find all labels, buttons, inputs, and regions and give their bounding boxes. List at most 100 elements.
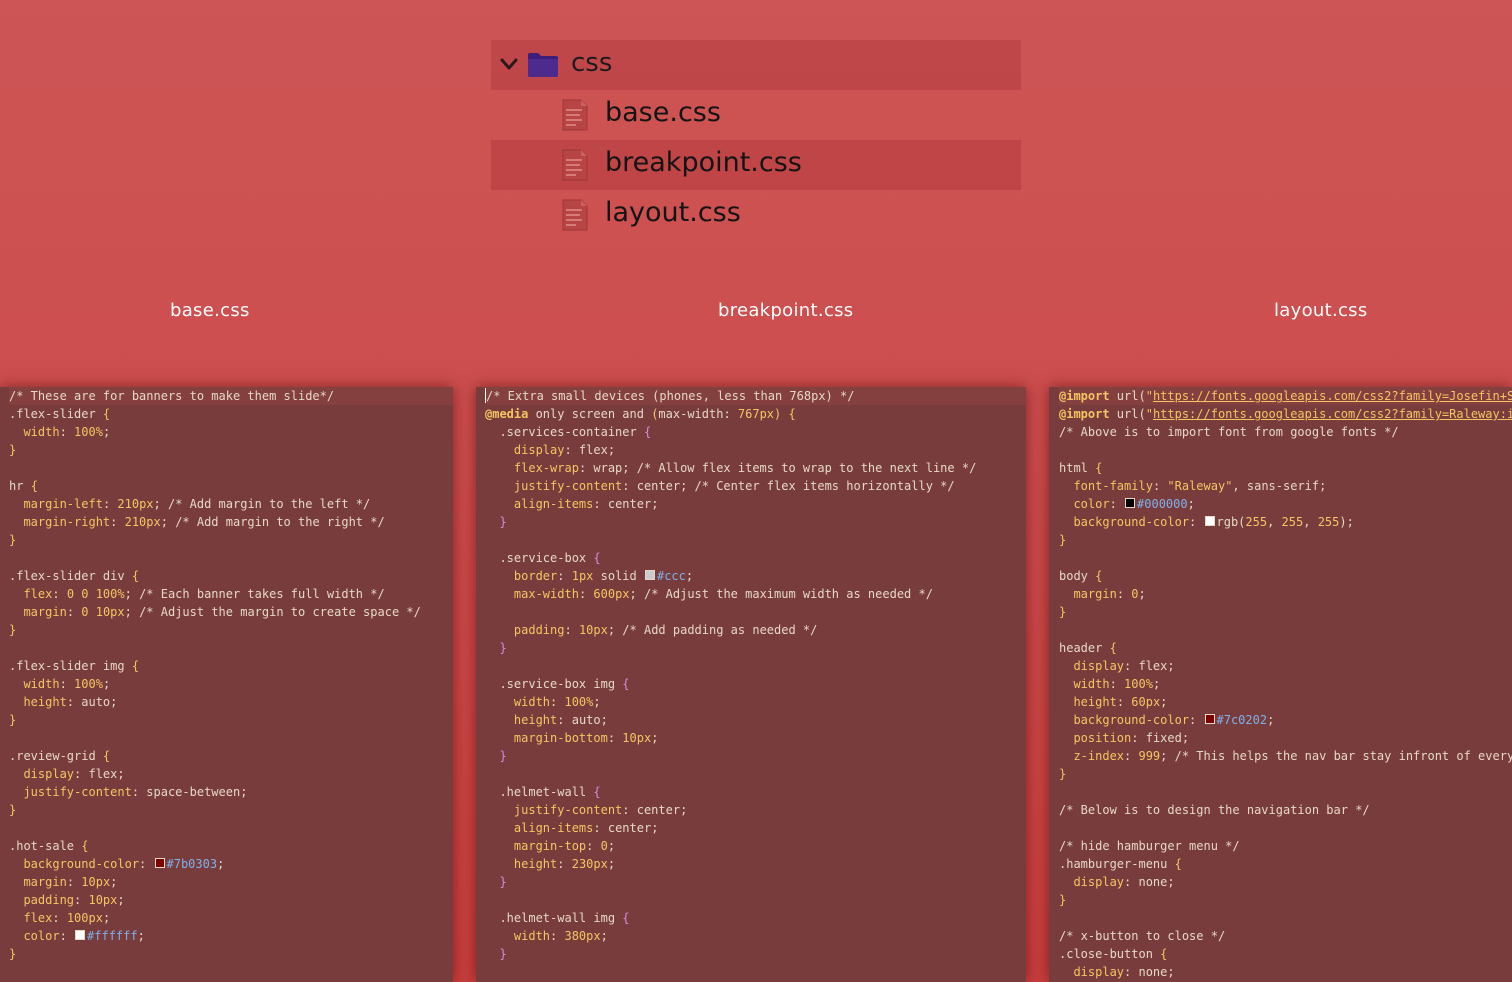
code-line: align-items: center; [485, 495, 1026, 513]
css-value: : flex; [564, 443, 616, 457]
color-swatch[interactable] [154, 858, 165, 868]
color-swatch[interactable] [644, 570, 655, 580]
css-property: width [513, 929, 551, 943]
css-value: : [59, 425, 75, 439]
css-value: ; [1160, 749, 1175, 763]
css-value: : [66, 605, 82, 619]
folder-row-css[interactable]: css [491, 40, 1021, 90]
css-property: padding [513, 623, 565, 637]
code-comment: /* x-button to close */ [1059, 929, 1226, 943]
code-line: } [9, 621, 453, 639]
code-line: /* Above is to import font from google f… [1059, 423, 1512, 441]
code-editor-base[interactable]: /* These are for banners to make them sl… [0, 387, 453, 982]
code-line: .helmet-wall { [485, 783, 1026, 801]
code-text: .flex-slider img [9, 659, 132, 673]
code-text: header [1059, 641, 1110, 655]
brace: { [102, 749, 111, 763]
css-property: display [1073, 659, 1125, 673]
css-property: position [1073, 731, 1132, 745]
brace: } [499, 641, 507, 655]
code-line: width: 100%; [9, 675, 453, 693]
color-swatch[interactable] [1204, 714, 1215, 724]
css-property: width [513, 695, 551, 709]
css-property: color [1073, 497, 1110, 511]
code-line: body { [1059, 567, 1512, 585]
code-line: width: 100%; [9, 423, 453, 441]
css-number: 10px [88, 893, 118, 907]
file-row-base[interactable]: base.css [491, 90, 1021, 140]
code-line: } [485, 873, 1026, 891]
css-property: z-index [1073, 749, 1125, 763]
code-line: flex: 0 0 100%; /* Each banner takes ful… [9, 585, 453, 603]
code-line: display: flex; [485, 441, 1026, 459]
css-value: ; [1187, 497, 1195, 511]
css-property: padding [23, 893, 75, 907]
url-link[interactable]: https://fonts.googleapis.com/css2?family… [1153, 389, 1512, 403]
color-swatch[interactable] [1204, 516, 1215, 526]
code-comment: /* Above is to import font from google f… [1059, 425, 1399, 439]
color-swatch[interactable] [1125, 498, 1136, 508]
brace: } [9, 443, 17, 457]
chevron-down-icon[interactable] [499, 54, 519, 74]
code-line: html { [1059, 459, 1512, 477]
file-row-breakpoint[interactable]: breakpoint.css [491, 140, 1021, 190]
css-property: background-color [23, 857, 140, 871]
css-value: ; [110, 875, 118, 889]
css-value: ; [1152, 677, 1161, 691]
css-value: : [74, 893, 89, 907]
css-property: flex [23, 911, 53, 925]
file-row-layout[interactable]: layout.css [491, 190, 1021, 240]
css-number: 100% [1124, 677, 1153, 691]
css-value: : [607, 731, 623, 745]
code-line: } [1059, 891, 1512, 909]
brace: } [9, 803, 17, 817]
code-line: /* Below is to design the navigation bar… [1059, 801, 1512, 819]
color-swatch[interactable] [75, 930, 86, 940]
css-number: 210px [117, 497, 154, 511]
code-text: hr [9, 479, 31, 493]
code-line: .helmet-wall img { [485, 909, 1026, 927]
folder-name: css [571, 48, 613, 78]
code-text: .service-box img [485, 677, 623, 691]
code-line: } [485, 747, 1026, 765]
css-value: ; [137, 929, 145, 943]
code-text: .review-grid [9, 749, 103, 763]
string: " [1145, 407, 1153, 421]
css-number: 100% [74, 425, 103, 439]
code-line: /* x-button to close */ [1059, 927, 1512, 945]
code-editor-layout[interactable]: @import url("https://fonts.googleapis.co… [1049, 387, 1512, 982]
code-comment: /* Adjust the maximum width as needed */ [643, 587, 933, 601]
css-property: margin-top [513, 839, 587, 853]
css-property: justify-content [513, 803, 623, 817]
css-value: ; [160, 515, 176, 529]
css-number: 10px [81, 875, 111, 889]
css-value: : [59, 677, 75, 691]
css-value: rgb( [1216, 515, 1246, 529]
brace: { [1174, 857, 1182, 871]
brace: } [499, 515, 507, 529]
code-lines: @import url("https://fonts.googleapis.co… [1049, 387, 1512, 982]
code-comment: /* Add padding as needed */ [622, 623, 818, 637]
code-line: } [9, 801, 453, 819]
code-editor-breakpoint[interactable]: /* Extra small devices (phones, less tha… [476, 387, 1026, 982]
brace: { [1160, 947, 1168, 961]
code-line: margin: 10px; [9, 873, 453, 891]
url-link[interactable]: https://fonts.googleapis.com/css2?family… [1153, 407, 1512, 421]
code-line: @import url("https://fonts.googleapis.co… [1059, 387, 1512, 405]
brace: { [131, 569, 140, 583]
css-property: display [513, 443, 565, 457]
code-line: } [1059, 603, 1512, 621]
